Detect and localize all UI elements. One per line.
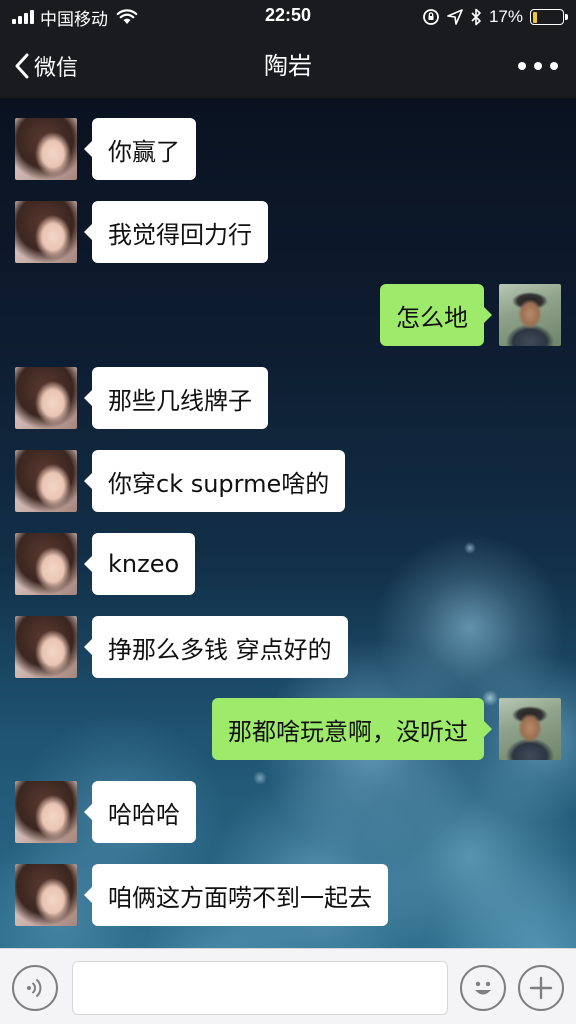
- message-bubble[interactable]: 那都啥玩意啊，没听过: [212, 698, 492, 760]
- message-bubble[interactable]: 咱俩这方面唠不到一起去: [84, 864, 388, 926]
- message-row: 那都啥玩意啊，没听过: [161, 698, 561, 760]
- message-bubble[interactable]: 怎么地: [380, 284, 492, 346]
- voice-button[interactable]: [12, 965, 58, 1011]
- emoji-icon: [475, 981, 491, 995]
- emoji-button[interactable]: [460, 965, 506, 1011]
- chat-title: 陶岩: [264, 52, 312, 80]
- battery-fill: [532, 11, 538, 23]
- location-icon: [447, 9, 463, 25]
- message-row: 挣那么多钱 穿点好的: [15, 616, 395, 678]
- nav-bar: 微信 陶岩: [0, 34, 576, 98]
- message-bubble[interactable]: 你穿ck suprme啥的: [83, 450, 346, 512]
- orientation-lock-icon: [423, 9, 439, 25]
- contact-avatar[interactable]: [15, 864, 77, 926]
- message-bubble[interactable]: 你赢了: [84, 118, 196, 180]
- contact-avatar[interactable]: [15, 367, 77, 429]
- battery-percent: 17%: [488, 7, 523, 26]
- contact-avatar[interactable]: [15, 450, 77, 512]
- message-row: 那些几线牌子: [15, 367, 315, 429]
- message-bubble[interactable]: 哈哈哈: [84, 781, 196, 843]
- message-row: 咱俩这方面唠不到一起去: [15, 864, 435, 926]
- contact-avatar[interactable]: [15, 781, 77, 843]
- message-row: 你赢了: [15, 118, 215, 180]
- contact-avatar[interactable]: [15, 616, 77, 678]
- bluetooth-icon: [471, 8, 481, 26]
- message-bubble[interactable]: knzeo: [83, 533, 196, 595]
- input-bar: [0, 948, 576, 1024]
- plus-icon: [529, 976, 553, 1000]
- contact-avatar[interactable]: [15, 118, 77, 180]
- message-bubble[interactable]: 那些几线牌子: [84, 367, 268, 429]
- chat-area[interactable]: 你赢了 我觉得回力行 怎么地 那些几线牌子 你穿ck suprme啥的 knze…: [0, 98, 576, 948]
- status-bar: 中国移动 22:50 17%: [0, 0, 576, 34]
- voice-icon: [27, 979, 42, 997]
- plus-button[interactable]: [518, 965, 564, 1011]
- message-input[interactable]: [72, 961, 448, 1015]
- message-row: 哈哈哈: [15, 781, 235, 843]
- my-avatar[interactable]: [499, 284, 561, 346]
- contact-avatar[interactable]: [15, 533, 77, 595]
- message-row: knzeo: [15, 533, 235, 595]
- battery-icon: [530, 9, 568, 25]
- message-bubble[interactable]: 挣那么多钱 穿点好的: [84, 616, 348, 678]
- message-row: 我觉得回力行: [15, 201, 315, 263]
- status-right: 17%: [422, 6, 568, 28]
- my-avatar[interactable]: [499, 698, 561, 760]
- message-row: 你穿ck suprme啥的: [15, 450, 375, 512]
- message-row: 怎么地: [341, 284, 561, 346]
- message-bubble[interactable]: 我觉得回力行: [84, 201, 268, 263]
- contact-avatar[interactable]: [15, 201, 77, 263]
- more-icon[interactable]: [518, 54, 558, 78]
